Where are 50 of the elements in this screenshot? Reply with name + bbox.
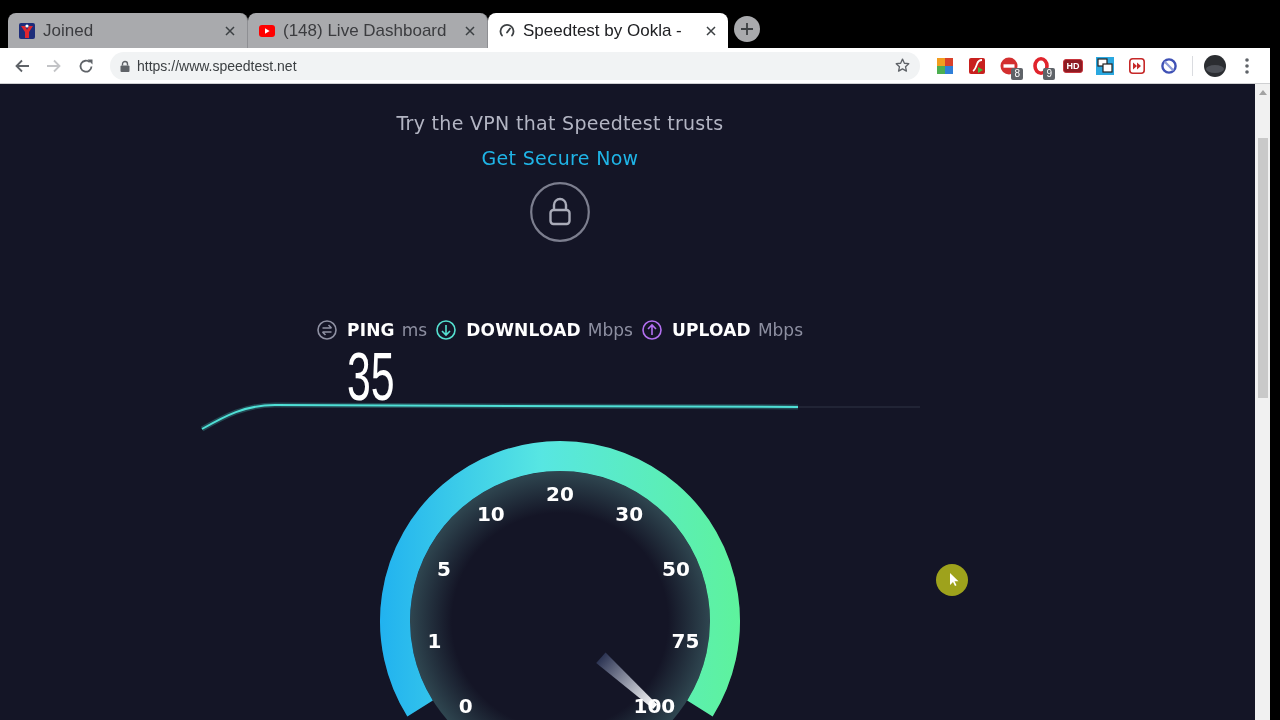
lock-icon xyxy=(120,59,130,72)
gauge-scale-label: 1 xyxy=(427,630,442,651)
overlapping-windows-icon[interactable] xyxy=(1096,56,1114,75)
notification-count: 9 xyxy=(1043,67,1055,80)
new-tab-button[interactable] xyxy=(734,16,760,42)
ping-icon xyxy=(317,320,337,340)
reload-icon[interactable] xyxy=(78,57,94,74)
browser-tab[interactable]: (148) Live Dashboard xyxy=(248,13,488,48)
gauge-scale-label: 50 xyxy=(662,559,690,580)
gauge-scale-label: 30 xyxy=(615,504,644,525)
flash-tile-icon[interactable] xyxy=(969,57,985,74)
bookmark-star-icon[interactable] xyxy=(895,58,910,73)
metric-unit: ms xyxy=(401,320,428,340)
metric-value: 35 xyxy=(347,350,395,402)
circle-slash-icon[interactable] xyxy=(1161,57,1177,74)
gauge-scale-label: 10 xyxy=(476,504,505,525)
close-icon[interactable] xyxy=(706,25,716,36)
gauge-scale-label: 0 xyxy=(458,695,473,716)
browser-tab[interactable]: Speedtest by Ookla - xyxy=(488,13,728,48)
menu-icon[interactable] xyxy=(1245,57,1249,74)
gauge-scale-label: 100 xyxy=(633,695,676,716)
cursor-highlight-icon xyxy=(936,564,968,596)
gauge-icon xyxy=(499,22,515,39)
close-icon[interactable] xyxy=(225,25,235,36)
padlock-circle-icon[interactable] xyxy=(530,182,590,242)
ring-logo-icon[interactable] xyxy=(1033,56,1049,75)
notification-count: 8 xyxy=(1011,67,1023,80)
metric-label: UPLOAD xyxy=(671,320,751,340)
gauge-scale-label: 5 xyxy=(437,559,451,580)
extension-button[interactable]: HD xyxy=(1063,58,1083,73)
gauge-scale-label: 75 xyxy=(671,630,700,651)
close-icon[interactable] xyxy=(465,25,475,36)
fast-forward-icon[interactable] xyxy=(1129,57,1145,74)
back-arrow-icon[interactable] xyxy=(14,57,30,74)
gauge-scale-label: 20 xyxy=(546,484,574,504)
address-bar[interactable]: https://www.speedtest.net xyxy=(110,51,920,80)
figure-logo-icon xyxy=(19,22,35,39)
metric-label: DOWNLOAD xyxy=(466,320,581,340)
browser-tab[interactable]: Joined xyxy=(8,13,248,48)
promo-text: Try the VPN that Speedtest trusts xyxy=(396,112,724,134)
metric-label: PING xyxy=(347,320,395,340)
metric-unit: Mbps xyxy=(587,320,633,340)
metric-unit: Mbps xyxy=(757,320,803,340)
avatar-icon[interactable] xyxy=(1204,54,1226,77)
scrollbar[interactable] xyxy=(1255,84,1270,720)
plus-icon xyxy=(741,23,753,35)
video-play-icon xyxy=(259,24,275,37)
get-secure-link[interactable]: Get Secure Now xyxy=(481,147,639,169)
colored-tiles-icon[interactable] xyxy=(937,57,953,74)
scrollbar-thumb[interactable] xyxy=(1257,138,1268,398)
